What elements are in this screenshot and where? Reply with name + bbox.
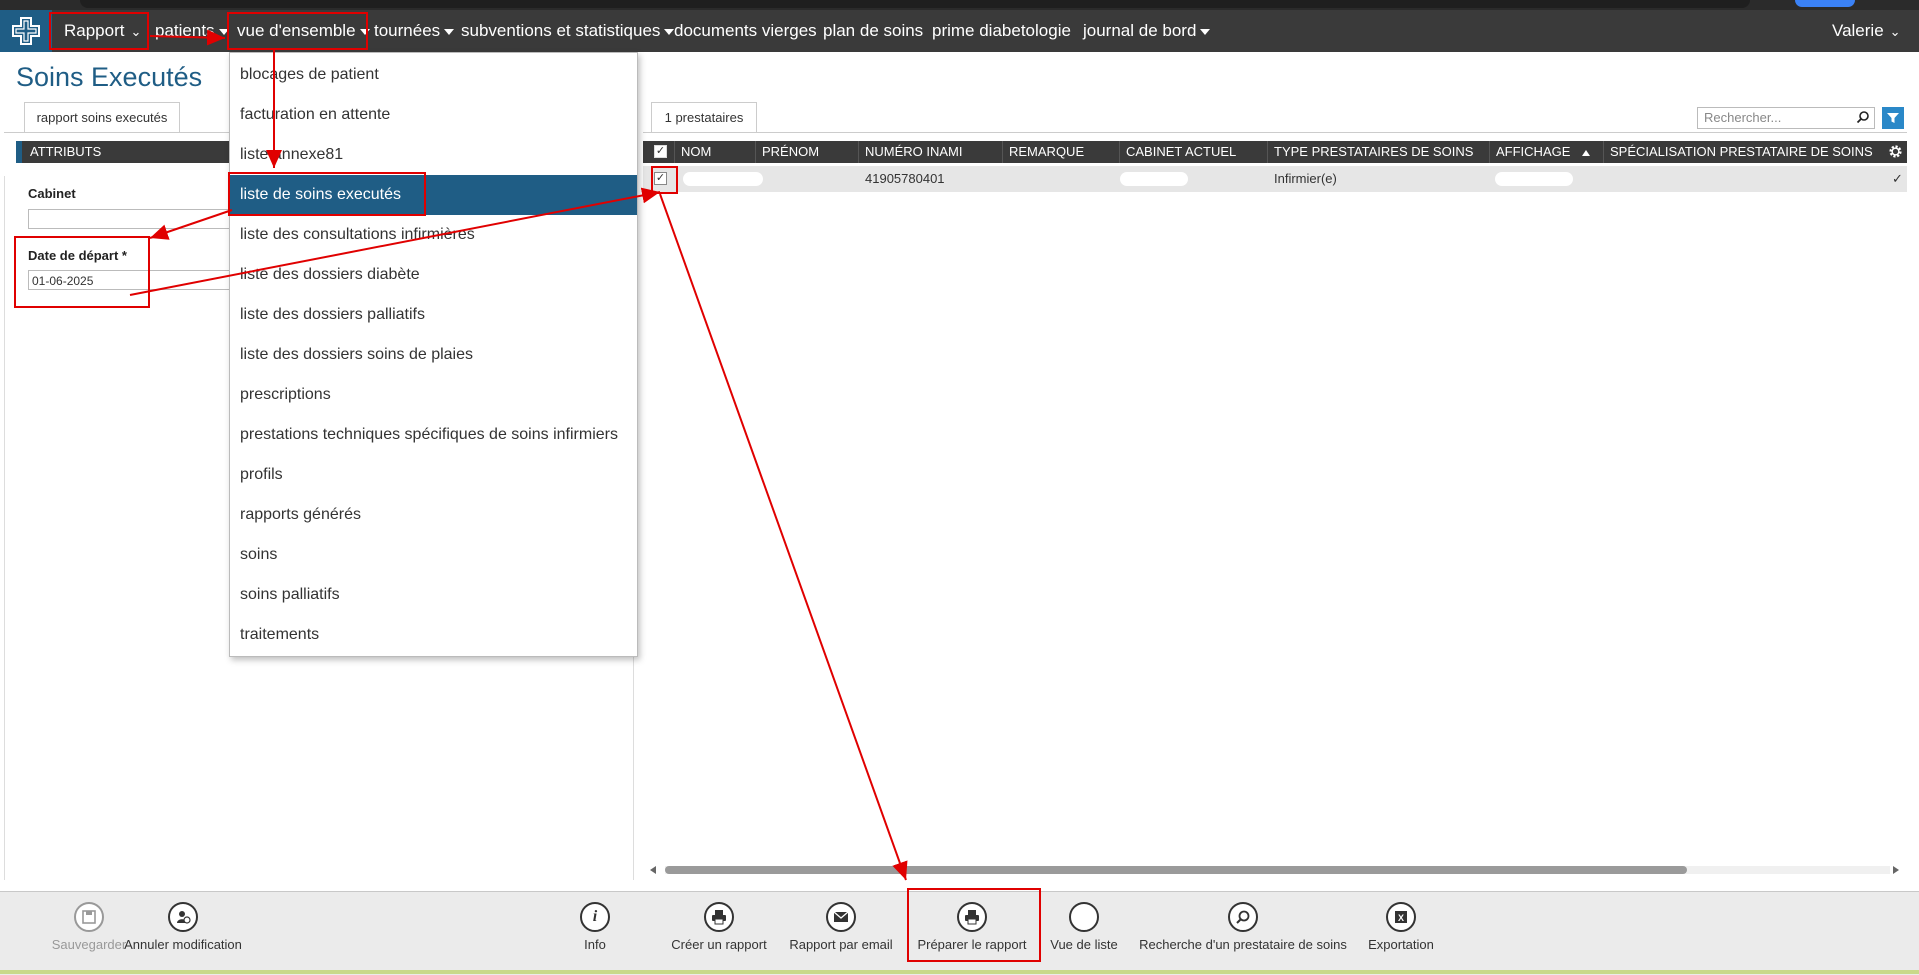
- annotation-arrows: [129, 29, 908, 881]
- annotation-arrow: [149, 209, 233, 240]
- annotation-arrow: [129, 187, 661, 296]
- annotation-arrow: [659, 193, 908, 881]
- annotation-arrow: [149, 29, 226, 46]
